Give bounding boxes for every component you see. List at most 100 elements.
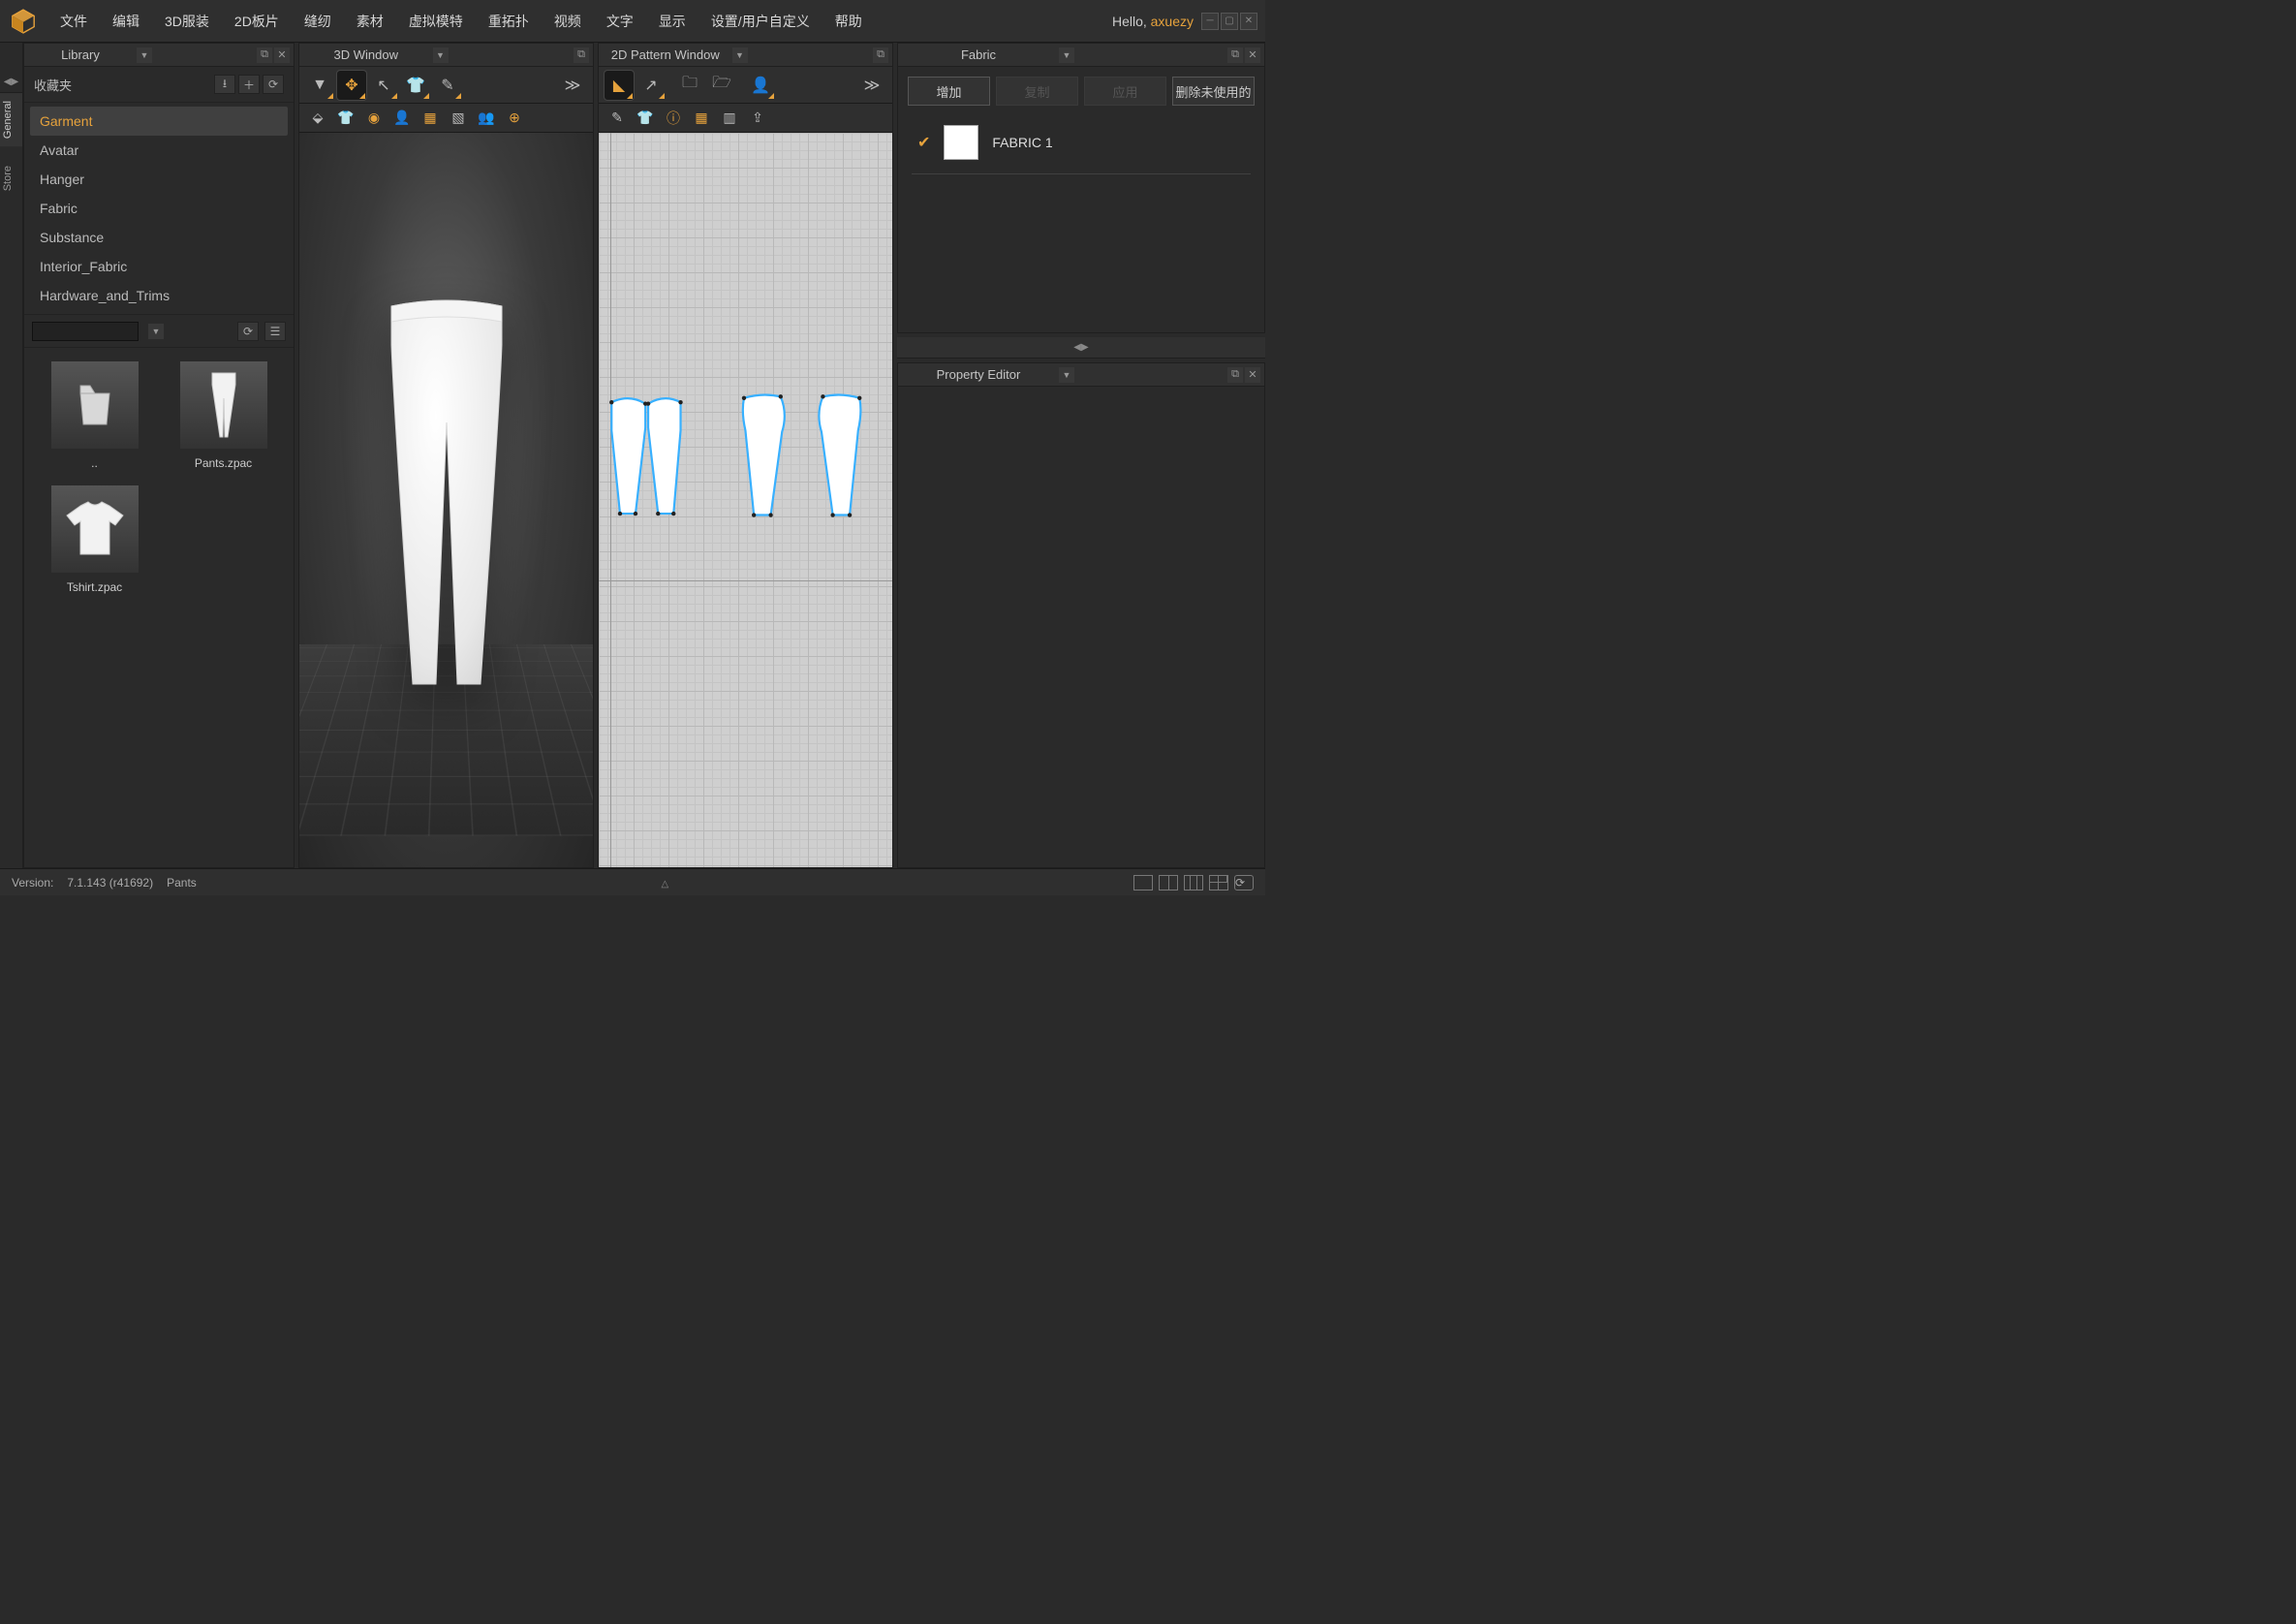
category-interior-fabric[interactable]: Interior_Fabric xyxy=(30,252,288,281)
info-icon[interactable]: ⓘ xyxy=(661,106,686,131)
version-label: Version: xyxy=(12,876,53,890)
more-tools-2d-icon[interactable]: ≫ xyxy=(857,71,886,100)
show-arrangement-icon[interactable]: ▦ xyxy=(418,106,443,131)
panel-close-icon[interactable]: ✕ xyxy=(1245,47,1260,63)
fabric-copy-button[interactable]: 复制 xyxy=(996,77,1078,106)
layout-3col-button[interactable] xyxy=(1184,875,1203,890)
ruler-icon[interactable]: ▥ xyxy=(717,106,742,131)
pants-3d-model[interactable] xyxy=(364,297,529,703)
show-garment-2d-icon[interactable]: 👕 xyxy=(633,106,658,131)
canvas-2d[interactable] xyxy=(599,133,892,867)
menu-edit[interactable]: 编辑 xyxy=(101,6,151,37)
download-icon[interactable]: ⭳ xyxy=(214,75,235,94)
fabric-list-item[interactable]: ✔ FABRIC 1 xyxy=(898,115,1264,170)
show-avatar-icon[interactable]: 👤 xyxy=(389,106,415,131)
layout-2col-button[interactable] xyxy=(1159,875,1178,890)
menu-text[interactable]: 文字 xyxy=(595,6,645,37)
category-hanger[interactable]: Hanger xyxy=(30,165,288,194)
panel-popout-icon[interactable]: ⧉ xyxy=(1227,367,1243,383)
username-label[interactable]: axuezy xyxy=(1151,14,1194,29)
menu-display[interactable]: 显示 xyxy=(647,6,698,37)
menu-3d-garment[interactable]: 3D服装 xyxy=(153,6,221,37)
toolbar-2d-display: ✎ 👕 ⓘ ▦ ▥ ⇪ xyxy=(599,104,892,133)
show-bone-icon[interactable]: ▧ xyxy=(446,106,471,131)
category-hardware-trims[interactable]: Hardware_and_Trims xyxy=(30,281,288,310)
panel-close-icon[interactable]: ✕ xyxy=(274,47,290,63)
path-dropdown[interactable]: ▼ xyxy=(148,324,164,339)
brush-icon[interactable]: ✎ xyxy=(605,106,630,131)
avatar-sync-icon[interactable]: 👤 xyxy=(746,71,775,100)
panel-close-icon[interactable]: ✕ xyxy=(1245,367,1260,383)
menu-2d-pattern[interactable]: 2D板片 xyxy=(223,6,291,37)
close-button[interactable]: ✕ xyxy=(1240,13,1257,30)
menu-retopo[interactable]: 重拓扑 xyxy=(477,6,541,37)
grid-item-up[interactable]: .. xyxy=(32,356,157,476)
right-pin-toggle[interactable]: ◀▶ xyxy=(897,337,1265,359)
layout-reset-button[interactable]: ⟳ xyxy=(1234,875,1254,890)
fabric-delete-unused-button[interactable]: 删除未使用的 xyxy=(1172,77,1255,106)
divider xyxy=(912,173,1251,174)
transform-pattern-icon[interactable]: ↗ xyxy=(636,71,666,100)
menu-video[interactable]: 视频 xyxy=(543,6,593,37)
property-dropdown[interactable]: ▼ xyxy=(1059,367,1074,383)
menu-materials[interactable]: 素材 xyxy=(345,6,395,37)
simulate-icon[interactable]: ▼ xyxy=(305,71,334,100)
grid-item-label: .. xyxy=(91,456,98,470)
maximize-button[interactable]: ▢ xyxy=(1221,13,1238,30)
pants-thumb-icon xyxy=(180,361,267,449)
fabric-add-button[interactable]: 增加 xyxy=(908,77,990,106)
viewport-2d-dropdown[interactable]: ▼ xyxy=(732,47,748,63)
refresh-favorites-icon[interactable]: ⟳ xyxy=(263,75,284,94)
category-fabric[interactable]: Fabric xyxy=(30,194,288,223)
layout-4grid-button[interactable] xyxy=(1209,875,1228,890)
menu-settings[interactable]: 设置/用户自定义 xyxy=(699,6,822,37)
fabric-title: Fabric xyxy=(902,47,1055,62)
minimize-button[interactable]: ─ xyxy=(1201,13,1219,30)
fabric-apply-button[interactable]: 应用 xyxy=(1084,77,1166,106)
texture-surface-icon[interactable]: ◉ xyxy=(361,106,387,131)
menu-file[interactable]: 文件 xyxy=(48,6,99,37)
viewport-3d-dropdown[interactable]: ▼ xyxy=(433,47,449,63)
menu-avatar[interactable]: 虚拟模特 xyxy=(397,6,475,37)
show-shirt-icon[interactable]: 👕 xyxy=(333,106,358,131)
more-tools-icon[interactable]: ≫ xyxy=(558,71,587,100)
export-icon[interactable]: ⇪ xyxy=(745,106,770,131)
side-tab-general[interactable]: General xyxy=(0,93,22,146)
menu-help[interactable]: 帮助 xyxy=(823,6,874,37)
expand-status-icon[interactable]: △ xyxy=(662,879,669,890)
path-input[interactable] xyxy=(32,322,139,341)
select-mesh-icon[interactable]: ↖ xyxy=(369,71,398,100)
fabric-panel: Fabric ▼ ⧉✕ 增加 复制 应用 删除未使用的 ✔ FABRIC 1 xyxy=(897,43,1265,333)
panel-popout-icon[interactable]: ⧉ xyxy=(1227,47,1243,63)
category-substance[interactable]: Substance xyxy=(30,223,288,252)
folder-icon[interactable]: 🗀 xyxy=(675,71,704,100)
layout-1col-button[interactable] xyxy=(1133,875,1153,890)
folders-icon[interactable]: 🗁 xyxy=(707,71,736,100)
show-garment-icon[interactable]: ⬙ xyxy=(305,106,330,131)
list-view-icon[interactable]: ☰ xyxy=(264,322,286,341)
pin-icon[interactable]: ✎ xyxy=(433,71,462,100)
refresh-browser-icon[interactable]: ⟳ xyxy=(237,322,259,341)
panel-popout-icon[interactable]: ⧉ xyxy=(574,47,589,63)
render-style-icon[interactable]: ⊕ xyxy=(502,106,527,131)
category-garment[interactable]: Garment xyxy=(30,107,288,136)
edit-pattern-icon[interactable]: ◣ xyxy=(605,71,634,100)
grid-item-label: Pants.zpac xyxy=(195,456,252,470)
side-tab-store[interactable]: Store xyxy=(0,158,22,199)
canvas-3d[interactable] xyxy=(299,133,593,867)
side-pin-toggle[interactable]: ◀▶ xyxy=(0,72,22,93)
panel-popout-icon[interactable]: ⧉ xyxy=(257,47,272,63)
arrangement-icon[interactable]: 👕 xyxy=(401,71,430,100)
grid-item-tshirt[interactable]: Tshirt.zpac xyxy=(32,480,157,600)
fabric-dropdown[interactable]: ▼ xyxy=(1059,47,1074,63)
menu-sewing[interactable]: 缝纫 xyxy=(293,6,343,37)
pattern-pieces[interactable] xyxy=(605,324,886,588)
category-avatar[interactable]: Avatar xyxy=(30,136,288,165)
show-dummy-icon[interactable]: 👥 xyxy=(474,106,499,131)
pattern-display-icon[interactable]: ▦ xyxy=(689,106,714,131)
library-menu-dropdown[interactable]: ▼ xyxy=(137,47,152,63)
grid-item-pants[interactable]: Pants.zpac xyxy=(161,356,286,476)
panel-popout-icon[interactable]: ⧉ xyxy=(873,47,888,63)
select-move-icon[interactable]: ✥ xyxy=(337,71,366,100)
add-favorite-icon[interactable]: ＋ xyxy=(238,75,260,94)
